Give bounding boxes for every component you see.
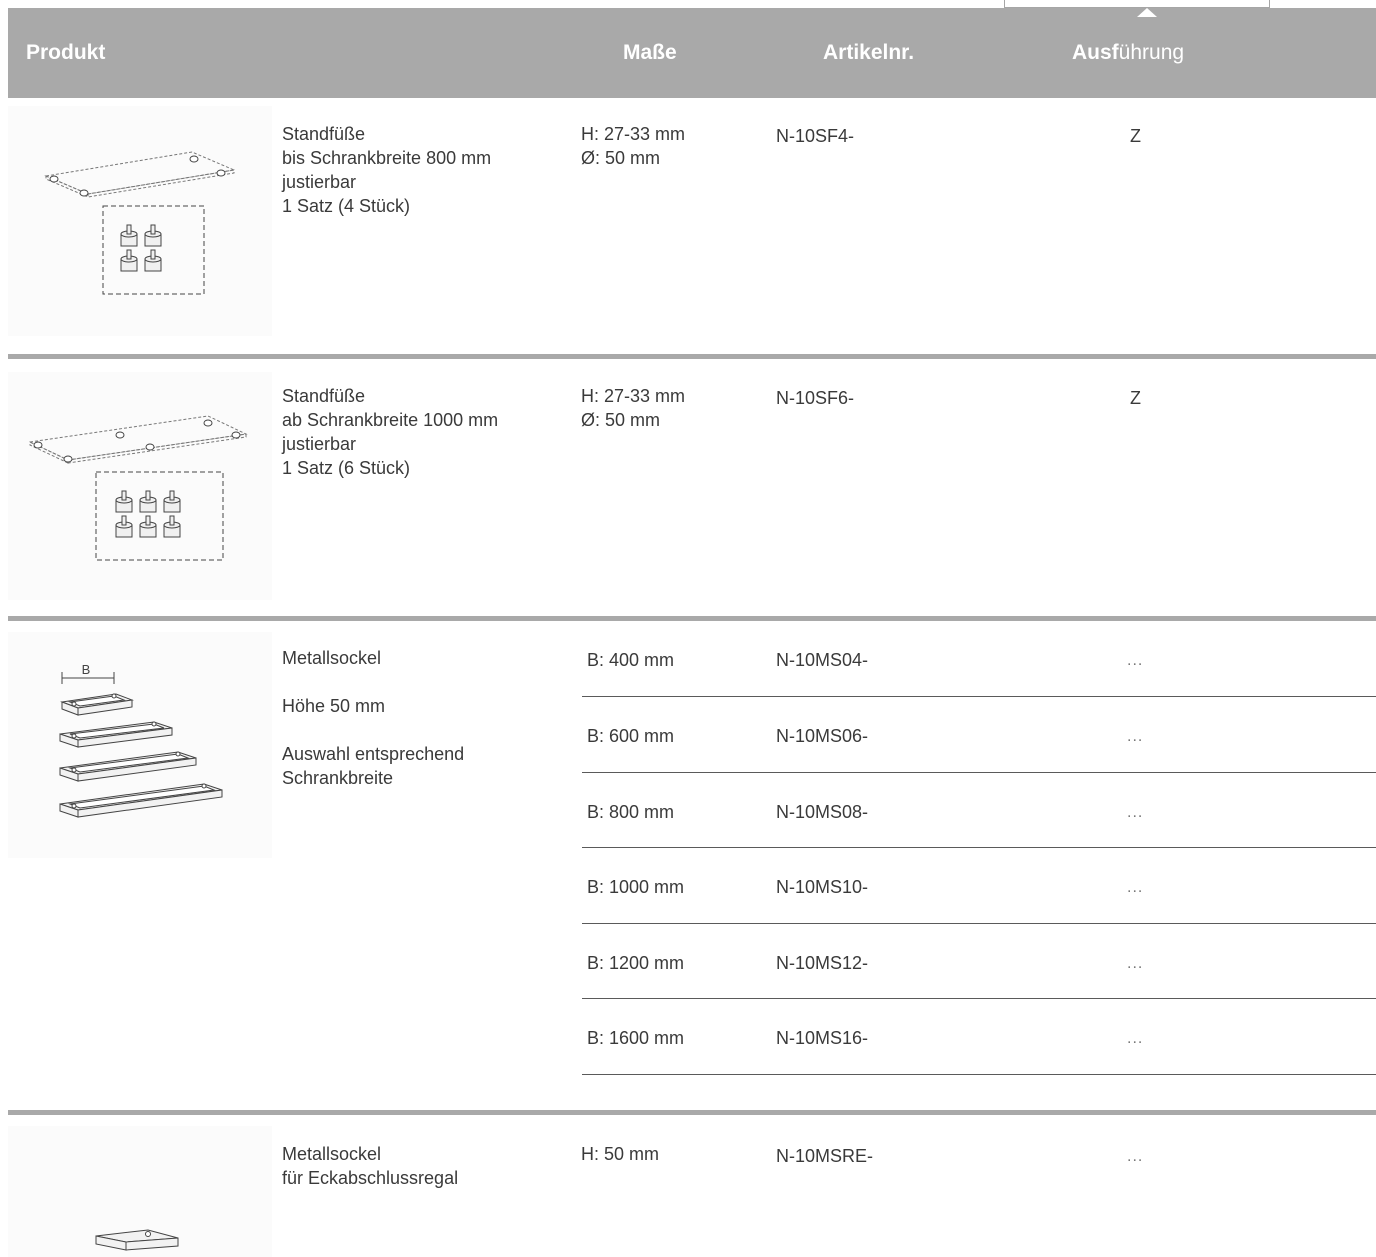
variant-divider [582, 923, 1376, 924]
width-label-b: B [82, 662, 91, 677]
product-name-line: Metallsockel [282, 1144, 382, 1164]
column-header-ausfuehrung-bold: Ausf [1072, 41, 1119, 64]
variant-divider [582, 772, 1376, 773]
product-description-line: ab Schrankbreite 1000 mm [282, 410, 499, 430]
product-description-line: justierbar [282, 434, 357, 454]
column-header-artikelnr[interactable]: Artikelnr. [823, 41, 914, 65]
masse-value: H: 27-33 mm [581, 124, 686, 144]
product-description-line: Schrankbreite [282, 768, 394, 788]
standfuesse-6-illustration [28, 415, 248, 561]
variant-article-number: N-10MS08- [776, 802, 869, 822]
masse-value: Ø: 50 mm [581, 410, 661, 430]
article-number: N-10MSRE- [776, 1146, 874, 1166]
variant-divider [582, 998, 1376, 999]
variant-divider [582, 847, 1376, 848]
variant-ausfuehrung[interactable]: ... [1127, 1030, 1143, 1048]
variant-ausfuehrung[interactable]: ... [1127, 728, 1143, 746]
sort-arrow-icon[interactable] [1137, 8, 1157, 17]
variant-masse: B: 600 mm [587, 726, 675, 746]
variant-ausfuehrung[interactable]: ... [1127, 804, 1143, 822]
ausfuehrung-value: Z [1130, 126, 1141, 146]
ausfuehrung-value[interactable]: ... [1127, 1148, 1143, 1166]
row-separator [8, 616, 1376, 621]
article-number: N-10SF6- [776, 388, 855, 408]
ausfuehrung-value: Z [1130, 388, 1141, 408]
masse-value: Ø: 50 mm [581, 148, 661, 168]
variant-article-number: N-10MS16- [776, 1028, 869, 1048]
variant-divider [582, 1074, 1376, 1075]
standfuesse-4-illustration [44, 151, 236, 295]
table-header: Produkt Maße Artikelnr. Ausführung [8, 8, 1376, 98]
column-header-masse[interactable]: Maße [623, 41, 677, 65]
column-header-ausfuehrung[interactable]: Ausführung [1072, 41, 1184, 65]
row-separator [8, 1110, 1376, 1115]
metallsockel-illustration: B [59, 662, 223, 818]
product-name-line: Standfüße [282, 124, 366, 144]
variant-divider [582, 696, 1376, 697]
product-description-line: Höhe 50 mm [282, 696, 386, 716]
product-description-line: 1 Satz (4 Stück) [282, 196, 411, 216]
variant-masse: B: 800 mm [587, 802, 675, 822]
variant-ausfuehrung[interactable]: ... [1127, 652, 1143, 670]
product-description-line: für Eckabschlussregal [282, 1168, 459, 1188]
product-description-line: bis Schrankbreite 800 mm [282, 148, 492, 168]
product-name-line: Metallsockel [282, 648, 382, 668]
variant-article-number: N-10MS04- [776, 650, 869, 670]
metallsockel-eck-illustration [95, 1229, 179, 1251]
variant-ausfuehrung[interactable]: ... [1127, 955, 1143, 973]
variant-masse: B: 1000 mm [587, 877, 685, 897]
column-header-ausfuehrung-rest: ührung [1118, 41, 1185, 64]
variant-masse: B: 1200 mm [587, 953, 685, 973]
variant-masse: B: 1600 mm [587, 1028, 685, 1048]
variant-article-number: N-10MS12- [776, 953, 869, 973]
column-header-produkt[interactable]: Produkt [26, 41, 105, 65]
product-description-line: justierbar [282, 172, 357, 192]
product-name-line: Standfüße [282, 386, 366, 406]
variant-ausfuehrung[interactable]: ... [1127, 879, 1143, 897]
article-number: N-10SF4- [776, 126, 855, 146]
masse-value: H: 27-33 mm [581, 386, 686, 406]
variant-article-number: N-10MS06- [776, 726, 869, 746]
product-description-line: Auswahl entsprechend [282, 744, 465, 764]
active-tab-outline [1004, 0, 1270, 8]
product-description-line: 1 Satz (6 Stück) [282, 458, 411, 478]
variant-article-number: N-10MS10- [776, 877, 869, 897]
row-separator [8, 354, 1376, 359]
variant-masse: B: 400 mm [587, 650, 675, 670]
masse-value: H: 50 mm [581, 1144, 660, 1164]
